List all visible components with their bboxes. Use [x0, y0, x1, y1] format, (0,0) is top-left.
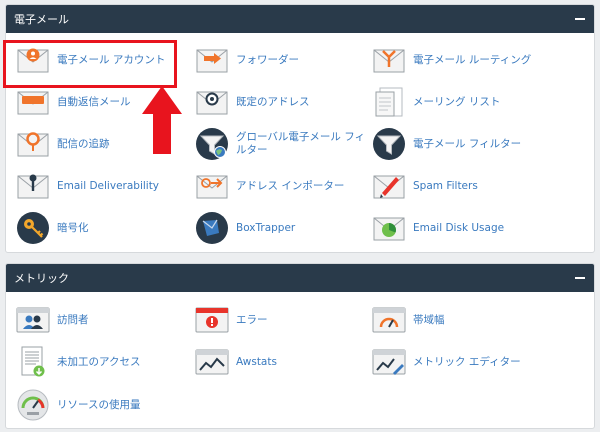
email-routing-icon	[372, 43, 406, 77]
default-address-label: 既定のアドレス	[236, 95, 310, 108]
track-delivery-link[interactable]: 配信の追跡	[16, 127, 110, 161]
email-routing-label: 電子メール ルーティング	[413, 53, 532, 66]
track-delivery-icon	[16, 127, 50, 161]
spam-filters-icon	[372, 169, 406, 203]
awstats-label: Awstats	[236, 355, 277, 368]
global-email-filters-icon	[195, 127, 229, 161]
address-importer-icon	[195, 169, 229, 203]
email-accounts-icon	[16, 43, 50, 77]
autoresponders-link[interactable]: 自動返信メール	[16, 85, 131, 119]
email-accounts-link[interactable]: 電子メール アカウント	[16, 43, 165, 77]
email-accounts-label: 電子メール アカウント	[57, 53, 166, 66]
raw-access-label: 未加工のアクセス	[57, 355, 141, 368]
resource-usage-label: リソースの使用量	[57, 398, 141, 411]
spam-filters-label: Spam Filters	[413, 179, 478, 192]
forwarders-link[interactable]: フォワーダー	[195, 43, 299, 77]
boxtrapper-link[interactable]: BoxTrapper	[195, 211, 295, 245]
awstats-link[interactable]: Awstats	[195, 345, 277, 379]
errors-link[interactable]: エラー	[195, 303, 268, 337]
resource-usage-link[interactable]: リソースの使用量	[16, 388, 140, 422]
visitors-icon	[16, 303, 50, 337]
collapse-icon[interactable]	[575, 277, 585, 279]
email-filters-label: 電子メール フィルター	[413, 137, 522, 150]
email-deliverability-label: Email Deliverability	[57, 179, 160, 192]
encryption-link[interactable]: 暗号化	[16, 211, 89, 245]
boxtrapper-icon	[195, 211, 229, 245]
address-importer-link[interactable]: アドレス インポーター	[195, 169, 344, 203]
global-email-filters-link[interactable]: グローバル電子メール フィルター	[195, 127, 368, 161]
email-disk-usage-link[interactable]: Email Disk Usage	[372, 211, 504, 245]
email-deliverability-link[interactable]: Email Deliverability	[16, 169, 159, 203]
errors-icon	[195, 303, 229, 337]
metrics-editor-link[interactable]: メトリック エディター	[372, 345, 521, 379]
forwarders-icon	[195, 43, 229, 77]
metrics-panel-header[interactable]: メトリック	[6, 264, 594, 292]
spam-filters-link[interactable]: Spam Filters	[372, 169, 478, 203]
visitors-label: 訪問者	[57, 313, 89, 326]
default-address-link[interactable]: 既定のアドレス	[195, 85, 310, 119]
email-panel-header[interactable]: 電子メール	[6, 5, 594, 33]
email-filters-link[interactable]: 電子メール フィルター	[372, 127, 521, 161]
visitors-link[interactable]: 訪問者	[16, 303, 89, 337]
raw-access-icon	[16, 345, 50, 379]
default-address-icon	[195, 85, 229, 119]
email-deliverability-icon	[16, 169, 50, 203]
encryption-icon	[16, 211, 50, 245]
boxtrapper-label: BoxTrapper	[236, 221, 296, 234]
awstats-icon	[195, 345, 229, 379]
bandwidth-link[interactable]: 帯域幅	[372, 303, 445, 337]
encryption-label: 暗号化	[57, 221, 89, 234]
address-importer-label: アドレス インポーター	[236, 179, 345, 192]
bandwidth-label: 帯域幅	[413, 313, 445, 326]
resource-usage-icon	[16, 388, 50, 422]
global-email-filters-label: グローバル電子メール フィルター	[236, 131, 366, 156]
forwarders-label: フォワーダー	[236, 53, 299, 66]
mailing-lists-label: メーリング リスト	[413, 95, 501, 108]
email-panel-title: 電子メール	[14, 13, 69, 26]
errors-label: エラー	[236, 313, 268, 326]
metrics-editor-label: メトリック エディター	[413, 355, 521, 368]
email-routing-link[interactable]: 電子メール ルーティング	[372, 43, 531, 77]
autoresponders-icon	[16, 85, 50, 119]
bandwidth-icon	[372, 303, 406, 337]
raw-access-link[interactable]: 未加工のアクセス	[16, 345, 140, 379]
email-disk-usage-icon	[372, 211, 406, 245]
metrics-editor-icon	[372, 345, 406, 379]
email-filters-icon	[372, 127, 406, 161]
collapse-icon[interactable]	[575, 18, 585, 20]
mailing-lists-icon	[372, 85, 406, 119]
red-arrow-icon	[142, 86, 182, 154]
track-delivery-label: 配信の追跡	[57, 137, 110, 150]
email-disk-usage-label: Email Disk Usage	[413, 221, 505, 234]
metrics-panel-title: メトリック	[14, 272, 69, 285]
autoresponders-label: 自動返信メール	[57, 95, 131, 108]
mailing-lists-link[interactable]: メーリング リスト	[372, 85, 500, 119]
